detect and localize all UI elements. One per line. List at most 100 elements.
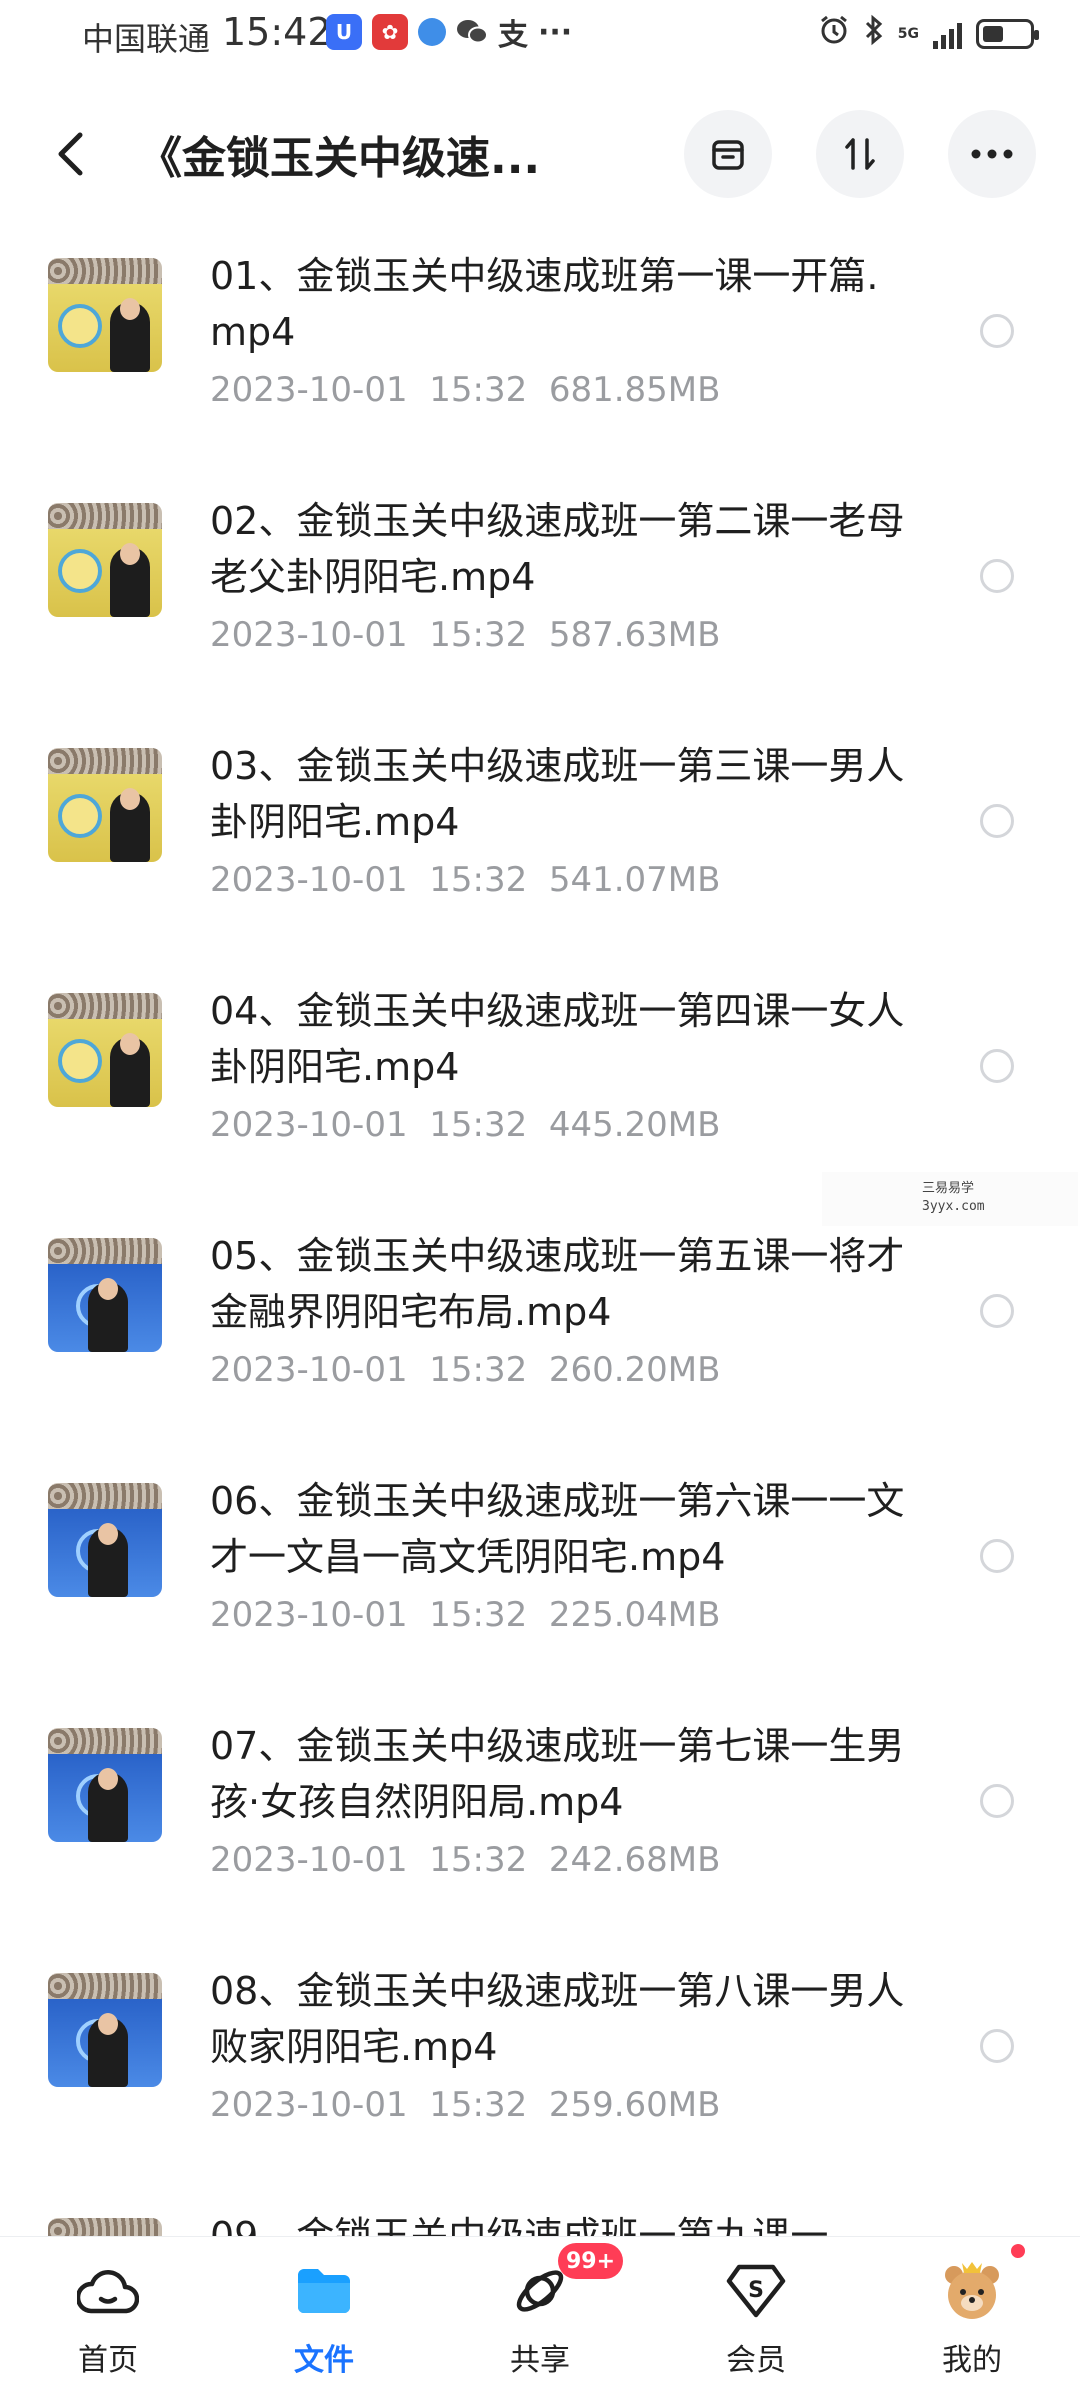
video-thumbnail <box>48 1728 162 1842</box>
file-date: 2023-10-01 <box>210 1105 408 1145</box>
file-size: 587.63MB <box>548 615 721 655</box>
file-date: 2023-10-01 <box>210 370 408 410</box>
video-thumbnail <box>48 1483 162 1597</box>
nav-label-home: 首页 <box>78 2343 138 2378</box>
game-app-icon: ✿ <box>372 14 408 50</box>
file-meta: 2023-10-01 15:32 259.60MB <box>210 2085 720 2125</box>
file-date: 2023-10-01 <box>210 615 408 655</box>
file-name: 07、金锁玉关中级速成班一第七课一生男孩·女孩自然阴阳局.mp4 <box>210 1724 905 1824</box>
sort-button[interactable] <box>816 110 904 198</box>
cloud-home-icon <box>76 2259 140 2323</box>
top-bar: 《金锁玉关中级速... <box>0 100 1080 210</box>
wechat-icon <box>456 14 488 50</box>
file-date: 2023-10-01 <box>210 860 408 900</box>
network-type: 5G <box>897 25 919 42</box>
share-badge: 99+ <box>558 2243 624 2279</box>
select-radio[interactable] <box>980 314 1014 348</box>
status-bar: 中国联通 15:42 U ✿ 支 ··· 5G <box>0 0 1080 72</box>
file-size: 242.68MB <box>548 1840 721 1880</box>
file-time: 15:32 <box>429 860 528 900</box>
video-thumbnail <box>48 1238 162 1352</box>
nav-item-files[interactable]: 文件 <box>216 2237 432 2400</box>
watermark-line-1: 三易易学 <box>922 1181 975 1196</box>
file-row[interactable]: 01、金锁玉关中级速成班第一课一开篇.mp4 2023-10-01 15:32 6… <box>0 230 1080 475</box>
file-size: 225.04MB <box>548 1595 721 1635</box>
file-name: 02、金锁玉关中级速成班一第二课一老母老父卦阴阳宅.mp4 <box>210 499 905 599</box>
file-size: 260.20MB <box>548 1350 721 1390</box>
file-row[interactable]: 08、金锁玉关中级速成班一第八课一男人败家阴阳宅.mp4 2023-10-01 1… <box>0 1945 1080 2190</box>
file-date: 2023-10-01 <box>210 1595 408 1635</box>
video-thumbnail <box>48 258 162 372</box>
select-radio[interactable] <box>980 1539 1014 1573</box>
file-time: 15:32 <box>429 1840 528 1880</box>
battery-level <box>983 25 1003 42</box>
file-meta: 2023-10-01 15:32 445.20MB <box>210 1105 720 1145</box>
nav-label-files: 文件 <box>294 2343 354 2378</box>
bottom-navigation: 首页 文件 99+ 共享 S 会员 我的 <box>0 2236 1080 2400</box>
file-row[interactable]: 07、金锁玉关中级速成班一第七课一生男孩·女孩自然阴阳局.mp4 2023-10-… <box>0 1700 1080 1945</box>
notification-dot <box>1008 2241 1028 2261</box>
nav-item-home[interactable]: 首页 <box>0 2237 216 2400</box>
more-notifications-icon: ··· <box>538 14 573 50</box>
select-radio[interactable] <box>980 1049 1014 1083</box>
file-name: 08、金锁玉关中级速成班一第八课一男人败家阴阳宅.mp4 <box>210 1969 905 2069</box>
alarm-icon <box>818 14 850 53</box>
bluetooth-icon <box>864 14 884 53</box>
file-row[interactable]: 02、金锁玉关中级速成班一第二课一老母老父卦阴阳宅.mp4 2023-10-01 … <box>0 475 1080 720</box>
file-time: 15:32 <box>429 370 528 410</box>
file-date: 2023-10-01 <box>210 1840 408 1880</box>
folder-icon <box>292 2259 356 2323</box>
video-thumbnail <box>48 1973 162 2087</box>
nav-label-me: 我的 <box>942 2343 1002 2378</box>
carrier-name: 中国联通 <box>82 20 211 58</box>
file-time: 15:32 <box>429 1595 528 1635</box>
chevron-left-icon <box>58 132 83 176</box>
system-status: 5G <box>818 14 1039 53</box>
watermark: 三易易学 3yyx.com <box>822 1172 1078 1226</box>
file-time: 15:32 <box>429 2085 528 2125</box>
shield-app-icon: U <box>326 14 362 50</box>
file-size: 445.20MB <box>548 1105 721 1145</box>
nav-item-vip[interactable]: S 会员 <box>648 2237 864 2400</box>
video-thumbnail <box>48 993 162 1107</box>
more-icon <box>971 149 1013 159</box>
alipay-icon: 支 <box>498 18 528 53</box>
file-name: 01、金锁玉关中级速成班第一课一开篇.mp4 <box>210 254 879 354</box>
signal-icon <box>933 19 962 49</box>
video-thumbnail <box>48 748 162 862</box>
select-radio[interactable] <box>980 559 1014 593</box>
file-meta: 2023-10-01 15:32 681.85MB <box>210 370 720 410</box>
sort-icon <box>845 138 875 170</box>
file-time: 15:32 <box>429 615 528 655</box>
file-row[interactable]: 05、金锁玉关中级速成班一第五课一将才金融界阴阳宅布局.mp4 2023-10-0… <box>0 1210 1080 1455</box>
nav-item-share[interactable]: 99+ 共享 <box>432 2237 648 2400</box>
archive-icon <box>712 140 744 170</box>
file-row[interactable]: 03、金锁玉关中级速成班一第三课一男人卦阴阳宅.mp4 2023-10-01 15… <box>0 720 1080 965</box>
file-date: 2023-10-01 <box>210 1350 408 1390</box>
file-name: 05、金锁玉关中级速成班一第五课一将才金融界阴阳宅布局.mp4 <box>210 1234 905 1334</box>
file-meta: 2023-10-01 15:32 260.20MB <box>210 1350 720 1390</box>
select-radio[interactable] <box>980 804 1014 838</box>
file-name: 06、金锁玉关中级速成班一第六课一一文才一文昌一高文凭阴阳宅.mp4 <box>210 1479 905 1579</box>
select-radio[interactable] <box>980 2029 1014 2063</box>
more-button[interactable] <box>948 110 1036 198</box>
nav-item-me[interactable]: 我的 <box>864 2237 1080 2400</box>
file-time: 15:32 <box>429 1350 528 1390</box>
back-button[interactable] <box>46 124 94 184</box>
file-name: 03、金锁玉关中级速成班一第三课一男人卦阴阳宅.mp4 <box>210 744 905 844</box>
file-size: 681.85MB <box>548 370 721 410</box>
archive-button[interactable] <box>684 110 772 198</box>
select-radio[interactable] <box>980 1784 1014 1818</box>
avatar-bear-icon <box>940 2259 1004 2323</box>
file-name: 04、金锁玉关中级速成班一第四课一女人卦阴阳宅.mp4 <box>210 989 905 1089</box>
video-thumbnail <box>48 503 162 617</box>
file-row[interactable]: 06、金锁玉关中级速成班一第六课一一文才一文昌一高文凭阴阳宅.mp4 2023-1… <box>0 1455 1080 1700</box>
file-size: 541.07MB <box>548 860 721 900</box>
file-size: 259.60MB <box>548 2085 721 2125</box>
page-title: 《金锁玉关中级速... <box>138 133 541 184</box>
nav-label-vip: 会员 <box>726 2343 786 2378</box>
select-radio[interactable] <box>980 1294 1014 1328</box>
file-meta: 2023-10-01 15:32 541.07MB <box>210 860 720 900</box>
file-meta: 2023-10-01 15:32 242.68MB <box>210 1840 720 1880</box>
watermark-line-2: 3yyx.com <box>922 1199 985 1214</box>
